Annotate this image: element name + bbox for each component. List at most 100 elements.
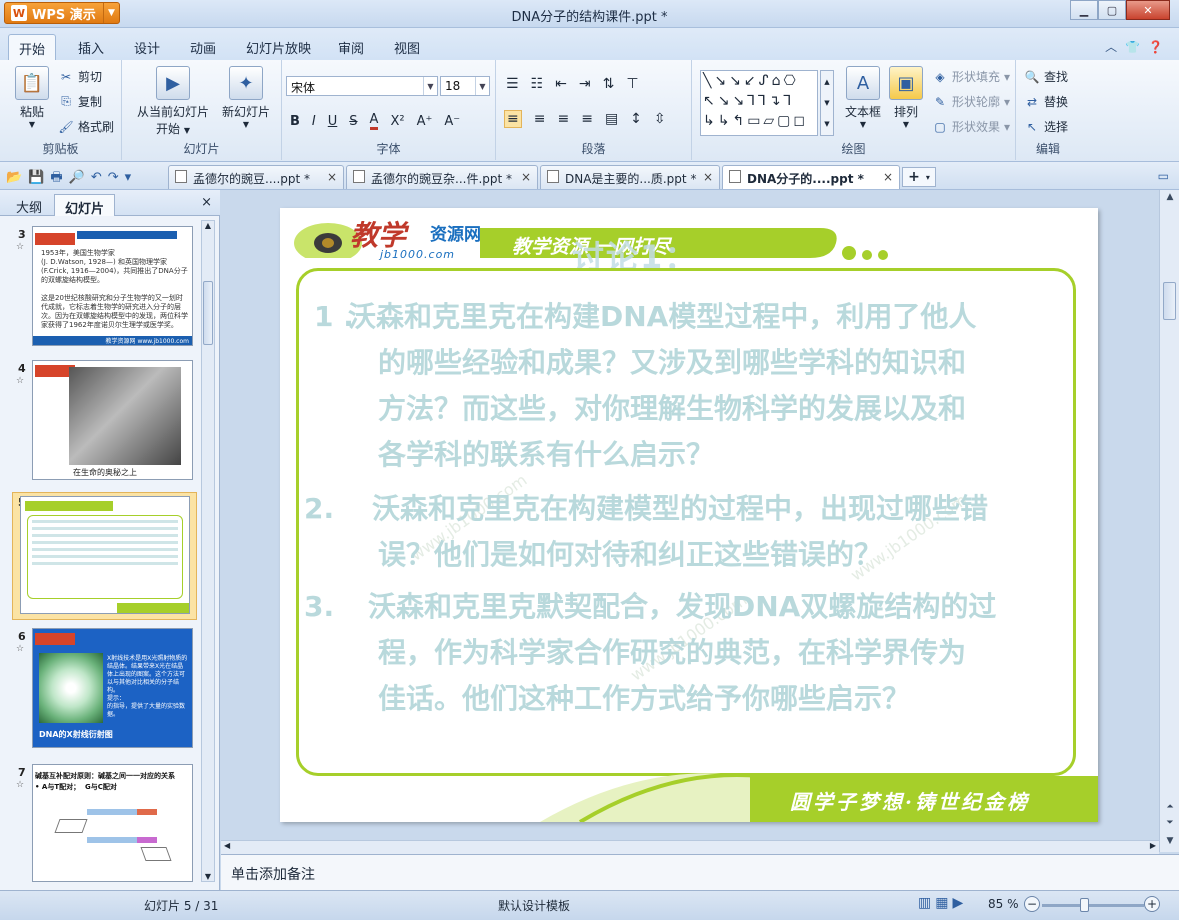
close-panel-icon[interactable]: × bbox=[201, 195, 212, 210]
customize-icon[interactable]: ▾ bbox=[125, 170, 138, 185]
shapes-gallery[interactable]: ╲↘↘↙ᔑ⌂⎔ ↖↘↘⅂⅂↴⅂ ↳↳↰▭▱▢◻ bbox=[700, 70, 818, 136]
superscript-button[interactable]: X² bbox=[390, 114, 404, 129]
shapes-gallery-scroll[interactable]: ▲ ▼ ▼ bbox=[820, 70, 834, 136]
font-color-button[interactable]: A bbox=[369, 112, 379, 130]
current-slide[interactable]: www.jb1000.com www.jb1000.com www.jb1000… bbox=[280, 208, 1098, 822]
close-tab-icon[interactable]: × bbox=[521, 170, 531, 189]
italic-button[interactable]: I bbox=[312, 114, 316, 129]
zoom-slider-knob[interactable] bbox=[1080, 898, 1089, 912]
slide-thumbnail-5[interactable] bbox=[20, 496, 190, 614]
scroll-down-icon[interactable]: ▼ bbox=[202, 872, 214, 881]
shrink-font-button[interactable]: A⁻ bbox=[444, 114, 460, 129]
close-window-button[interactable]: ✕ bbox=[1126, 0, 1170, 20]
editor-horizontal-scrollbar[interactable]: ◀ ▶ bbox=[221, 840, 1159, 854]
editor-scroll-thumb[interactable] bbox=[1163, 282, 1176, 320]
zoom-slider[interactable] bbox=[1042, 904, 1144, 907]
underline-button[interactable]: U bbox=[328, 114, 338, 129]
tab-view[interactable]: 视图 bbox=[384, 34, 430, 60]
scroll-up-icon[interactable]: ▲ bbox=[202, 221, 214, 230]
next-slide-icon[interactable]: ⏷ bbox=[1160, 818, 1179, 828]
new-slide-button[interactable]: ✦ 新幻灯片 ▼ bbox=[216, 66, 276, 129]
bullet-list-icon[interactable]: ☰ bbox=[506, 76, 519, 92]
align-text-icon[interactable]: ⊤ bbox=[626, 76, 638, 92]
paste-button[interactable]: 📋 粘贴 ▼ bbox=[10, 66, 54, 129]
slideshow-view-icon[interactable]: ▶ bbox=[952, 895, 967, 911]
increase-indent-icon[interactable]: ⇥ bbox=[579, 76, 591, 92]
scroll-down-icon[interactable]: ▼ bbox=[1160, 836, 1179, 846]
close-tab-icon[interactable]: × bbox=[883, 170, 893, 189]
find-button[interactable]: 🔍 查找 bbox=[1024, 68, 1069, 85]
arrange-button[interactable]: ▣ 排列 ▼ bbox=[886, 66, 926, 129]
undo-icon[interactable]: ↶ bbox=[91, 170, 108, 185]
bold-button[interactable]: B bbox=[290, 114, 300, 129]
question-3[interactable]: 3. 沃森和克里克默契配合，发现DNA双螺旋结构的过 程，作为科学家合作研究的典… bbox=[304, 584, 1078, 722]
close-tab-icon[interactable]: × bbox=[703, 170, 713, 189]
panel-scrollbar[interactable]: ▲ ▼ bbox=[201, 220, 215, 882]
save-icon[interactable]: 💾 bbox=[28, 170, 50, 185]
shape-outline-button[interactable]: ✎ 形状轮廓 ▾ bbox=[932, 93, 1010, 110]
question-2[interactable]: 2. 沃森和克里克在构建模型的过程中，出现过哪些错 误？他们是如何对待和纠正这些… bbox=[304, 486, 1078, 578]
grow-font-button[interactable]: A⁺ bbox=[417, 114, 433, 129]
doc-tab-1[interactable]: 孟德尔的豌豆....ppt * × bbox=[168, 165, 344, 189]
editor-vertical-scrollbar[interactable]: ▲ ⏶ ⏷ ▼ bbox=[1159, 190, 1179, 852]
doc-tab-4[interactable]: DNA分子的....ppt * × bbox=[722, 165, 900, 189]
slide-thumbnail-3[interactable]: 1953年，美国生物学家 (J. D.Watson, 1928—) 和英国物理学… bbox=[32, 226, 193, 346]
zoom-in-button[interactable]: + bbox=[1144, 896, 1160, 912]
panel-scroll-thumb[interactable] bbox=[203, 281, 213, 345]
help-icon[interactable]: ❓ bbox=[1148, 40, 1171, 54]
select-button[interactable]: ↖ 选择 bbox=[1024, 118, 1068, 135]
question-1[interactable]: 1 . 沃森和克里克在构建DNA模型过程中，利用了他人 的哪些经验和成果？又涉及… bbox=[314, 294, 1078, 478]
scroll-up-icon[interactable]: ▲ bbox=[1160, 192, 1179, 202]
tab-animation[interactable]: 动画 bbox=[180, 34, 226, 60]
justify-icon[interactable]: ≡ bbox=[581, 111, 593, 127]
chevron-down-icon[interactable]: ▼ bbox=[475, 77, 489, 95]
slide-thumbnail-6[interactable]: X射线技术是用X光照射物质的结晶体。结果带来X光在结晶体上出现的图案。这个方法可… bbox=[32, 628, 193, 748]
normal-view-icon[interactable]: ▥ bbox=[918, 895, 935, 911]
redo-icon[interactable]: ↷ bbox=[108, 170, 125, 185]
align-center-icon[interactable]: ≡ bbox=[534, 111, 546, 127]
minimize-button[interactable]: ▁ bbox=[1070, 0, 1098, 20]
play-from-current-button[interactable]: ▶ 从当前幻灯片 开始 ▼ bbox=[128, 66, 218, 137]
tab-slideshow[interactable]: 幻灯片放映 bbox=[236, 34, 321, 60]
distribute-icon[interactable]: ▤ bbox=[605, 111, 618, 127]
slide-thumbnail-7[interactable]: 碱基互补配对原则：碱基之间一一对应的关系 • A与T配对； G与C配对 bbox=[32, 764, 193, 882]
notes-pane[interactable]: 单击添加备注 bbox=[221, 854, 1179, 890]
numbered-list-icon[interactable]: ☷ bbox=[531, 76, 544, 92]
tab-review[interactable]: 审阅 bbox=[328, 34, 374, 60]
tab-list-icon[interactable]: ▭ bbox=[1158, 169, 1169, 183]
scroll-right-icon[interactable]: ▶ bbox=[1150, 841, 1156, 850]
tab-design[interactable]: 设计 bbox=[124, 34, 170, 60]
prev-slide-icon[interactable]: ⏶ bbox=[1160, 802, 1179, 812]
format-painter-button[interactable]: 🖌 格式刷 bbox=[58, 118, 114, 135]
replace-button[interactable]: ⇄ 替换 bbox=[1024, 93, 1068, 110]
paragraph-spacing-icon[interactable]: ⇳ bbox=[654, 111, 666, 127]
maximize-button[interactable]: ▢ bbox=[1098, 0, 1126, 20]
textbox-button[interactable]: A 文本框 ▼ bbox=[838, 66, 888, 129]
close-tab-icon[interactable]: × bbox=[327, 170, 337, 189]
tab-slides[interactable]: 幻灯片 bbox=[54, 194, 116, 217]
doc-tab-3[interactable]: DNA是主要的...质.ppt * × bbox=[540, 165, 720, 189]
shape-effect-button[interactable]: ▢ 形状效果 ▾ bbox=[932, 118, 1010, 135]
skin-icon[interactable]: 👕 bbox=[1125, 40, 1148, 54]
doc-tab-2[interactable]: 孟德尔的豌豆杂...件.ppt * × bbox=[346, 165, 538, 189]
shape-fill-button[interactable]: ◈ 形状填充 ▾ bbox=[932, 68, 1010, 85]
tab-start[interactable]: 开始 bbox=[8, 34, 57, 60]
tab-outline[interactable]: 大纲 bbox=[6, 194, 52, 216]
new-tab-button[interactable]: + ▾ bbox=[902, 167, 936, 187]
tab-insert[interactable]: 插入 bbox=[68, 34, 114, 60]
align-right-icon[interactable]: ≡ bbox=[557, 111, 569, 127]
align-left-icon[interactable]: ≡ bbox=[504, 110, 522, 128]
copy-button[interactable]: ⎘ 复制 bbox=[58, 93, 102, 110]
font-size-select[interactable]: 18 ▼ bbox=[440, 76, 490, 96]
slide-thumbnail-4[interactable]: 在生命的奥秘之上 bbox=[32, 360, 193, 480]
zoom-out-button[interactable]: − bbox=[1024, 896, 1040, 912]
print-preview-icon[interactable]: 🔎 bbox=[69, 170, 91, 185]
scroll-left-icon[interactable]: ◀ bbox=[224, 841, 230, 850]
cut-button[interactable]: ✂ 剪切 bbox=[58, 68, 102, 85]
open-icon[interactable]: 📂 bbox=[6, 170, 28, 185]
print-icon[interactable]: 🖶 bbox=[50, 170, 68, 185]
strikethrough-button[interactable]: S bbox=[349, 114, 357, 129]
collapse-ribbon-icon[interactable]: ︿ bbox=[1105, 40, 1125, 54]
line-spacing-icon[interactable]: ↕ bbox=[630, 111, 642, 127]
chevron-down-icon[interactable]: ▼ bbox=[423, 77, 437, 95]
